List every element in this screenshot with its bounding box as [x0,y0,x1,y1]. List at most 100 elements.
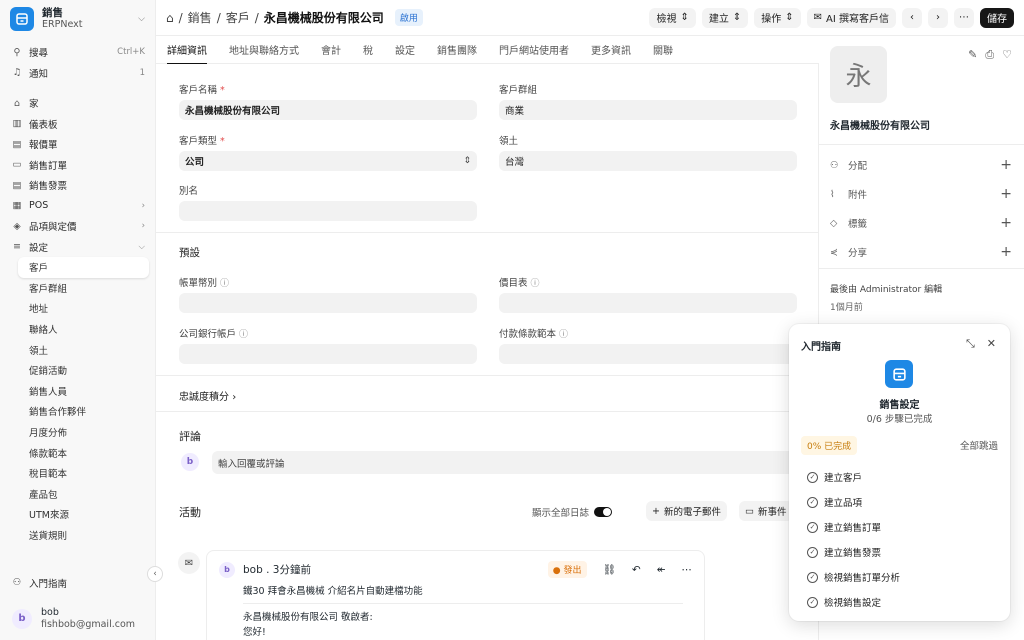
ai-write-email-button[interactable]: ✉ AI 撰寫客戶信 [806,7,896,28]
sidebar-item-items-pricing[interactable]: ◈ 品項與定價 › [0,216,155,237]
tab-sales-team[interactable]: 銷售團隊 [437,36,477,64]
guide-step[interactable]: ✓ 建立銷售訂單 [807,520,881,534]
ellipsis-icon[interactable]: ⋯ [682,564,693,576]
reply-icon[interactable]: ↶ [632,564,641,576]
customer-avatar[interactable]: 永 [830,46,887,103]
sidebar-item-label: 銷售發票 [29,181,68,193]
sidebar-subitem-tax-template[interactable]: 稅目範本 [0,463,155,484]
territory-input[interactable]: 台灣 [499,151,797,171]
guide-step[interactable]: ✓ 建立銷售發票 [807,545,881,559]
sidebar-subitem-product-bundle[interactable]: 產品包 [0,484,155,505]
sales-app-icon [885,360,913,388]
sidebar-subitem-sales-partner[interactable]: 銷售合作夥伴 [0,401,155,422]
link-icon[interactable]: ⛓ [603,563,616,576]
tab-details[interactable]: 詳細資訊 [167,36,207,64]
heart-icon[interactable]: ♡ [1002,48,1012,62]
actions-button[interactable]: 操作 ⇕ [754,7,801,28]
guide-module-name: 銷售設定 [879,400,920,411]
tab-connections[interactable]: 關聯 [653,36,673,64]
notifications-button[interactable]: ♫ 通知 1 [0,63,155,84]
guide-step[interactable]: ✓ 檢視銷售設定 [807,595,881,609]
tags-action[interactable]: ◇ 標籤 + [830,215,1012,231]
search-button[interactable]: ⚲ 搜尋 Ctrl+K [0,42,155,63]
sidebar-subitem-customer-group[interactable]: 客戶群組 [0,278,155,299]
sidebar-subitem-utm-source[interactable]: UTM來源 [0,504,155,525]
sidebar-item-sales-order[interactable]: ▭ 銷售訂單 [0,155,155,176]
sidebar-item-pos[interactable]: ▦ POS › [0,196,155,217]
share-action[interactable]: ⋞ 分享 + [830,244,1012,260]
sidebar-subitem-territory[interactable]: 領土 [0,339,155,360]
new-event-button[interactable]: ▭ 新事件 [739,501,793,521]
alias-input[interactable] [179,201,477,221]
print-icon[interactable]: ⎙ [985,48,994,62]
tab-settings[interactable]: 設定 [395,36,415,64]
close-icon[interactable]: ✕ [987,337,996,351]
sidebar-item-settings[interactable]: ≡ 設定 ⌵ [0,237,155,258]
bank-account-input[interactable] [179,344,477,364]
guide-step[interactable]: ✓ 建立客戶 [807,470,862,484]
breadcrumb-sales[interactable]: 銷售 [188,9,212,26]
next-button[interactable]: › [928,7,948,28]
home-icon[interactable]: ⌂ [166,11,174,25]
payment-terms-input[interactable] [499,344,797,364]
email-body-line: 您好! [243,627,266,638]
customer-name-input[interactable]: 永昌機械股份有限公司 [179,100,477,120]
reply-all-icon[interactable]: ↞ [657,564,666,576]
search-shortcut: Ctrl+K [117,47,145,58]
customer-group-input[interactable]: 商業 [499,100,797,120]
billing-currency-input[interactable] [179,293,477,313]
billing-currency-label: 帳單幣別 [179,278,218,289]
plus-icon[interactable]: + [1000,186,1012,202]
sidebar-item-label: 設定 [29,242,49,254]
edit-icon[interactable]: ✎ [968,48,977,62]
comment-input[interactable]: 輸入回覆或評論 [212,451,818,474]
sidebar-subitem-terms-template[interactable]: 條款範本 [0,442,155,463]
section-divider [156,411,818,412]
actions-label: 操作 [761,14,782,25]
skip-all-button[interactable]: 全部跳過 [960,438,998,452]
customer-type-select[interactable]: 公司 ⇕ [179,151,477,171]
tab-more-info[interactable]: 更多資訊 [591,36,631,64]
guide-step[interactable]: ✓ 檢視銷售訂單分析 [807,570,900,584]
plus-icon[interactable]: + [1000,244,1012,260]
sidebar-subitem-contact[interactable]: 聯絡人 [0,319,155,340]
plus-icon[interactable]: + [1000,157,1012,173]
tab-accounting[interactable]: 會計 [321,36,341,64]
sidebar-subitem-campaign[interactable]: 促銷活動 [0,360,155,381]
more-button[interactable]: ⋯ [954,7,974,28]
tab-portal-users[interactable]: 門戶網站使用者 [499,36,569,64]
toggle-switch[interactable] [594,507,613,517]
sidebar-subitem-address[interactable]: 地址 [0,298,155,319]
create-label: 建立 [708,14,729,25]
assign-action[interactable]: ⚇ 分配 + [830,157,1012,173]
customer-group-label: 客戶群組 [499,85,538,96]
show-all-logs-toggle[interactable]: 顯示全部日誌 [532,505,613,519]
sidebar-item-label: 家 [29,99,39,111]
onboarding-guide-button[interactable]: ⚇ 入門指南 [0,573,155,594]
tab-address-contact[interactable]: 地址與聯絡方式 [229,36,299,64]
sidebar-item-sales-invoice[interactable]: ▤ 銷售發票 [0,175,155,196]
new-email-button[interactable]: + 新的電子郵件 [646,501,727,521]
save-button[interactable]: 儲存 [980,7,1014,28]
previous-button[interactable]: ‹ [902,7,922,28]
email-activity-card[interactable]: b bob . 3分鐘前 ● 發出 ⛓ ↶ ↞ ⋯ 鐵30 拜會永昌機械 介紹名… [206,550,705,640]
create-button[interactable]: 建立 ⇕ [701,7,749,28]
tab-tax[interactable]: 稅 [363,36,373,64]
attachments-action[interactable]: ⌇ 附件 + [830,186,1012,202]
view-button[interactable]: 檢視 ⇕ [649,7,696,28]
sidebar-subitem-monthly-distribution[interactable]: 月度分佈 [0,422,155,443]
loyalty-section-toggle[interactable]: 忠誠度積分 › [179,388,236,403]
sidebar-item-quotation[interactable]: ▤ 報價單 [0,134,155,155]
price-list-input[interactable] [499,293,797,313]
sidebar-subitem-customer[interactable]: 客戶 [18,257,149,278]
plus-icon[interactable]: + [1000,215,1012,231]
sidebar-item-dashboard[interactable]: ▥ 儀表板 [0,114,155,135]
guide-step[interactable]: ✓ 建立品項 [807,495,862,509]
sidebar-subitem-shipping-rule[interactable]: 送貨規則 [0,525,155,546]
sidebar-subitem-sales-person[interactable]: 銷售人員 [0,381,155,402]
user-menu[interactable]: b bob fishbob@gmail.com [0,601,155,640]
minimize-icon[interactable]: ⤡ [966,337,975,351]
app-switcher[interactable]: 銷售 ERPNext ⌵ [0,0,155,38]
sidebar-item-home[interactable]: ⌂ 家 [0,93,155,114]
breadcrumb-customer[interactable]: 客戶 [226,9,250,26]
